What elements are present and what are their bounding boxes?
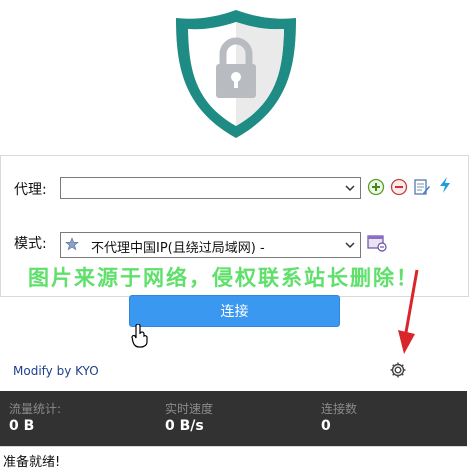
hand-cursor-icon [131,324,148,348]
speed-value: 0 B/s [165,418,204,434]
mode-edit-icon[interactable] [367,234,387,252]
remove-icon[interactable] [390,178,408,196]
mode-selected-value: 不代理中国IP(且绕过局域网) - [91,241,265,256]
stats-bar: 流量统计: 0 B 实时速度 0 B/s 连接数 0 [0,391,467,446]
chevron-down-icon [345,242,355,249]
modify-by-link[interactable]: Modify by KYO [13,364,99,378]
connect-button[interactable]: 连接 [129,295,340,327]
arrow-annotation-icon [398,269,419,354]
chevron-down-icon [345,185,355,192]
status-text: 准备就绪! [3,455,61,470]
traffic-value: 0 B [9,418,35,434]
status-divider [0,446,467,447]
mode-select[interactable]: 不代理中国IP(且绕过局域网) - [60,232,361,258]
proxy-label: 代理: [14,182,47,198]
traffic-label: 流量统计: [9,402,62,416]
gear-icon[interactable] [389,361,407,379]
edit-icon[interactable] [413,178,431,196]
speed-label: 实时速度 [165,402,214,416]
proxy-select[interactable] [60,177,361,199]
connections-label: 连接数 [321,402,358,416]
add-icon[interactable] [367,178,385,196]
connections-value: 0 [321,418,331,434]
shield-lock-icon [176,10,296,138]
star-icon [65,237,79,251]
watermark-text: 图片来源于网络，侵权联系站长删除！ [28,266,419,290]
mode-label: 模式: [14,236,47,252]
lightning-icon[interactable] [436,176,454,194]
